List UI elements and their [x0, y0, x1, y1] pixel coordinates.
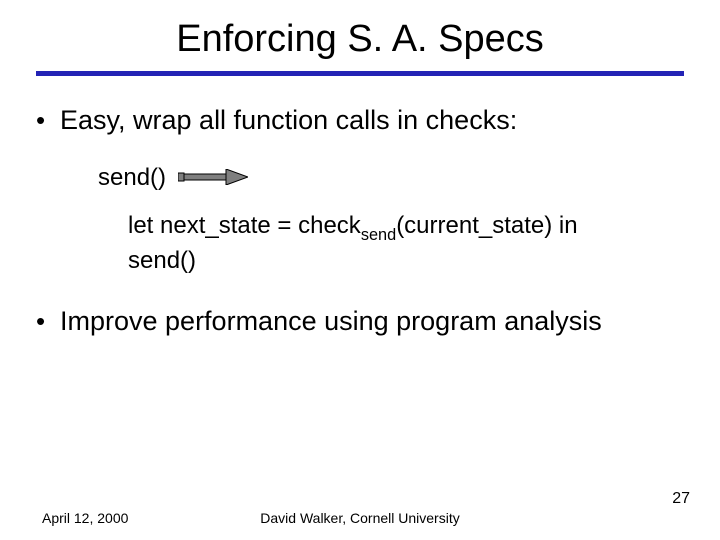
slide: Enforcing S. A. Specs Easy, wrap all fun…	[0, 0, 720, 540]
page-number: 27	[672, 490, 690, 508]
footer: April 12, 2000 David Walker, Cornell Uni…	[0, 488, 720, 528]
bullet-1: Easy, wrap all function calls in checks:	[36, 104, 684, 138]
code-let: let next_state = check	[128, 212, 361, 239]
bullet-list: Easy, wrap all function calls in checks:…	[36, 104, 684, 339]
send-before-row: send()	[98, 164, 684, 192]
code-subscript: send	[361, 226, 396, 244]
code-block: let next_state = checksend(current_state…	[128, 210, 684, 277]
bullet-2: Improve performance using program analys…	[36, 305, 684, 339]
code-tail: (current_state) in	[396, 212, 577, 239]
footer-author: David Walker, Cornell University	[0, 510, 720, 526]
code-line-1: let next_state = checksend(current_state…	[128, 210, 684, 245]
slide-title: Enforcing S. A. Specs	[0, 0, 720, 67]
title-underline	[36, 71, 684, 76]
code-line-2: send()	[128, 245, 684, 277]
send-before-text: send()	[98, 164, 166, 192]
arrow-right-icon	[178, 164, 248, 192]
